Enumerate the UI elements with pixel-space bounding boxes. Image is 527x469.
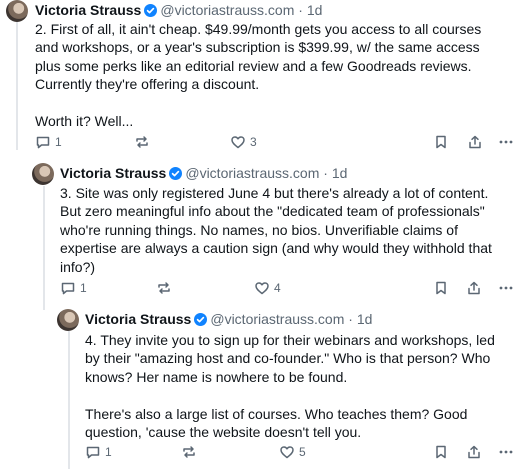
post-text: 2. First of all, it ain't cheap. $49.99/… [35, 20, 505, 130]
post-header: Victoria Strauss @victoriastrauss.com · 1… [60, 164, 347, 184]
like-count: 4 [274, 281, 281, 295]
author-name[interactable]: Victoria Strauss [85, 311, 191, 327]
post-header: Victoria Strauss @victoriastrauss.com · 1… [35, 1, 322, 21]
reply-icon [85, 444, 101, 460]
avatar[interactable] [57, 309, 79, 331]
share-icon [466, 280, 482, 296]
like-count: 5 [299, 445, 306, 459]
post-time[interactable]: 1d [357, 311, 373, 327]
repost-icon [156, 280, 172, 296]
more-button[interactable] [498, 134, 514, 150]
reply-count: 1 [80, 281, 87, 295]
post-actions: 1 3 [35, 134, 515, 154]
post-header: Victoria Strauss @victoriastrauss.com · 1… [85, 310, 372, 330]
author-handle[interactable]: @victoriastrauss.com [160, 2, 294, 18]
repost-button[interactable] [134, 134, 154, 150]
reply-button[interactable]: 1 [35, 134, 62, 150]
like-icon [230, 134, 246, 150]
bookmark-button[interactable] [433, 134, 449, 150]
post-actions: 1 4 [60, 280, 515, 300]
reply-icon [35, 134, 51, 150]
share-button[interactable] [467, 134, 483, 150]
separator: · [323, 165, 328, 181]
like-button[interactable]: 5 [279, 444, 306, 460]
repost-icon [134, 134, 150, 150]
author-handle[interactable]: @victoriastrauss.com [210, 311, 344, 327]
post-paragraph: 3. Site was only registered June 4 but t… [60, 185, 492, 275]
reply-icon [60, 280, 76, 296]
like-count: 3 [250, 135, 257, 149]
author-name[interactable]: Victoria Strauss [60, 165, 166, 181]
post-text: 4. They invite you to sign up for their … [85, 331, 510, 441]
reply-button[interactable]: 1 [60, 280, 87, 296]
share-button[interactable] [466, 280, 482, 296]
bookmark-button[interactable] [433, 280, 449, 296]
post-actions: 1 5 [85, 444, 515, 464]
like-button[interactable]: 3 [230, 134, 257, 150]
verified-badge-icon [194, 312, 208, 330]
bookmark-icon [433, 134, 449, 150]
post-paragraph: 4. They invite you to sign up for their … [85, 332, 495, 385]
share-icon [466, 444, 482, 460]
author-name[interactable]: Victoria Strauss [35, 2, 141, 18]
avatar[interactable] [32, 163, 54, 185]
post-text: 3. Site was only registered June 4 but t… [60, 184, 510, 276]
bookmark-icon [433, 444, 449, 460]
bookmark-icon [433, 280, 449, 296]
reply-button[interactable]: 1 [85, 444, 112, 460]
repost-button[interactable] [181, 444, 201, 460]
repost-button[interactable] [156, 280, 176, 296]
post-paragraph: 2. First of all, it ain't cheap. $49.99/… [35, 21, 482, 93]
post[interactable]: Victoria Strauss @victoriastrauss.com · 1… [0, 303, 527, 469]
share-button[interactable] [466, 444, 482, 460]
more-icon [498, 134, 514, 150]
more-button[interactable] [498, 444, 514, 460]
more-button[interactable] [498, 280, 514, 296]
bookmark-button[interactable] [433, 444, 449, 460]
like-icon [279, 444, 295, 460]
reply-count: 1 [105, 445, 112, 459]
verified-badge-icon [144, 3, 158, 21]
share-icon [467, 134, 483, 150]
more-icon [498, 280, 514, 296]
more-icon [498, 444, 514, 460]
like-icon [254, 280, 270, 296]
reply-count: 1 [55, 135, 62, 149]
post-time[interactable]: 1d [307, 2, 323, 18]
repost-icon [181, 444, 197, 460]
post-paragraph: Worth it? Well... [35, 113, 134, 130]
separator: · [348, 311, 353, 327]
author-handle[interactable]: @victoriastrauss.com [185, 165, 319, 181]
avatar[interactable] [6, 0, 28, 22]
verified-badge-icon [169, 166, 183, 184]
post-paragraph: There's also a large list of courses. Wh… [85, 405, 468, 441]
post-time[interactable]: 1d [332, 165, 348, 181]
post[interactable]: Victoria Strauss @victoriastrauss.com · 1… [0, 155, 527, 303]
like-button[interactable]: 4 [254, 280, 281, 296]
separator: · [298, 2, 303, 18]
post[interactable]: Victoria Strauss @victoriastrauss.com · 1… [0, 0, 527, 155]
